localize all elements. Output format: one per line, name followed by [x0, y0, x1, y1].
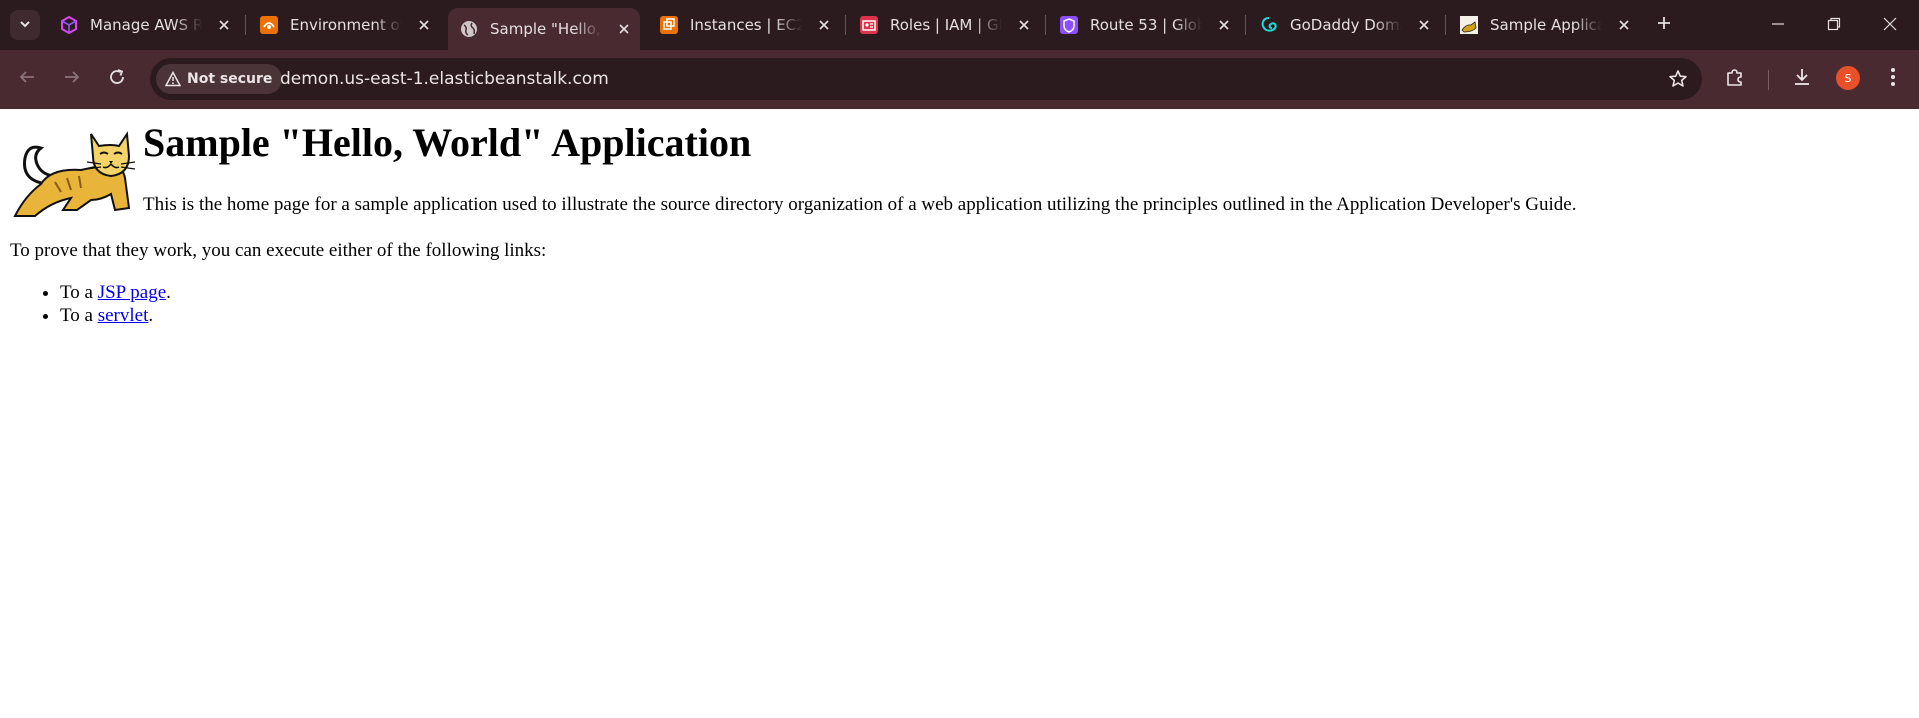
bookmark-star-icon[interactable] [1666, 67, 1690, 91]
arrow-right-icon [63, 68, 81, 90]
menu-button[interactable] [1880, 66, 1906, 92]
chevron-down-icon [18, 16, 32, 35]
url-text[interactable]: demon.us-east-1.elasticbeanstalk.com [280, 69, 609, 89]
close-icon[interactable] [1616, 17, 1632, 33]
tab-search-button[interactable] [10, 10, 40, 40]
reload-button[interactable] [104, 66, 130, 92]
tab-route-53[interactable]: Route 53 | Globa [1048, 7, 1232, 43]
close-icon[interactable] [416, 17, 432, 33]
close-icon[interactable] [816, 17, 832, 33]
profile-avatar[interactable]: S [1836, 66, 1860, 90]
restore-button[interactable] [1820, 12, 1848, 38]
tab-title: Roles | IAM | Glo [890, 16, 1002, 34]
page-content: Sample "Hello, World" Application This i… [0, 109, 1919, 718]
security-indicator[interactable]: Not secure [156, 64, 283, 94]
tab-instances-ec2[interactable]: Instances | EC2 | [648, 7, 832, 43]
tab-manage-aws[interactable]: Manage AWS Re [48, 7, 232, 43]
tab-title: GoDaddy Doma [1290, 16, 1402, 34]
close-icon[interactable] [216, 17, 232, 33]
security-label: Not secure [187, 71, 273, 87]
minimize-icon [1771, 16, 1785, 35]
new-tab-button[interactable] [1653, 14, 1675, 36]
downloads-button[interactable] [1789, 66, 1815, 92]
restore-icon [1827, 16, 1841, 35]
intro-paragraph: This is the home page for a sample appli… [143, 194, 1577, 215]
minimize-button[interactable] [1764, 12, 1792, 38]
tab-title: Manage AWS Re [90, 16, 202, 34]
close-icon [1883, 16, 1897, 35]
tab-environment-overview[interactable]: Environment ove [248, 7, 432, 43]
page-title: Sample "Hello, World" Application [143, 120, 752, 165]
aws-resource-icon [60, 16, 78, 34]
close-icon[interactable] [616, 21, 632, 37]
tomcat-icon [1460, 16, 1478, 34]
route53-icon [1060, 16, 1078, 34]
plus-icon [1656, 15, 1672, 35]
puzzle-icon [1725, 67, 1745, 91]
close-icon[interactable] [1016, 17, 1032, 33]
tab-title: Sample Applicat [1490, 16, 1602, 34]
globe-icon [460, 20, 478, 38]
godaddy-icon [1260, 16, 1278, 34]
tab-godaddy-domain[interactable]: GoDaddy Doma [1248, 7, 1432, 43]
ec2-icon [660, 16, 678, 34]
list-item: To a JSP page. [60, 281, 171, 304]
link-list: To a JSP page. To a servlet. [10, 281, 171, 327]
instructions-paragraph: To prove that they work, you can execute… [10, 240, 547, 261]
extensions-button[interactable] [1722, 66, 1748, 92]
back-button[interactable] [14, 66, 40, 92]
tab-title: Environment ove [290, 16, 402, 34]
link-prefix: To a [60, 305, 98, 326]
address-bar[interactable]: Not secure demon.us-east-1.elasticbeanst… [150, 58, 1702, 100]
tab-title: Instances | EC2 | [690, 16, 802, 34]
tab-sample-hello-world[interactable]: Sample "Hello, W [448, 8, 640, 50]
reload-icon [108, 68, 126, 90]
tomcat-logo [11, 124, 139, 224]
tab-strip: Manage AWS Re Environment ove Sample "He… [0, 0, 1919, 50]
elastic-beanstalk-icon [260, 16, 278, 34]
more-vertical-icon [1890, 67, 1896, 91]
tab-roles-iam[interactable]: Roles | IAM | Glo [848, 7, 1032, 43]
servlet-link[interactable]: servlet [98, 305, 149, 326]
close-icon[interactable] [1216, 17, 1232, 33]
tab-title: Route 53 | Globa [1090, 16, 1202, 34]
tab-sample-application[interactable]: Sample Applicat [1448, 7, 1632, 43]
jsp-page-link[interactable]: JSP page [98, 282, 166, 303]
browser-toolbar: Not secure demon.us-east-1.elasticbeanst… [0, 50, 1919, 109]
tab-title: Sample "Hello, W [490, 20, 602, 38]
warning-icon [164, 70, 182, 88]
close-window-button[interactable] [1876, 12, 1904, 38]
close-icon[interactable] [1416, 17, 1432, 33]
download-icon [1792, 67, 1812, 91]
forward-button[interactable] [59, 66, 85, 92]
link-prefix: To a [60, 282, 98, 303]
arrow-left-icon [18, 68, 36, 90]
iam-icon [860, 16, 878, 34]
list-item: To a servlet. [60, 304, 171, 327]
link-suffix: . [166, 282, 171, 303]
link-suffix: . [148, 305, 154, 326]
